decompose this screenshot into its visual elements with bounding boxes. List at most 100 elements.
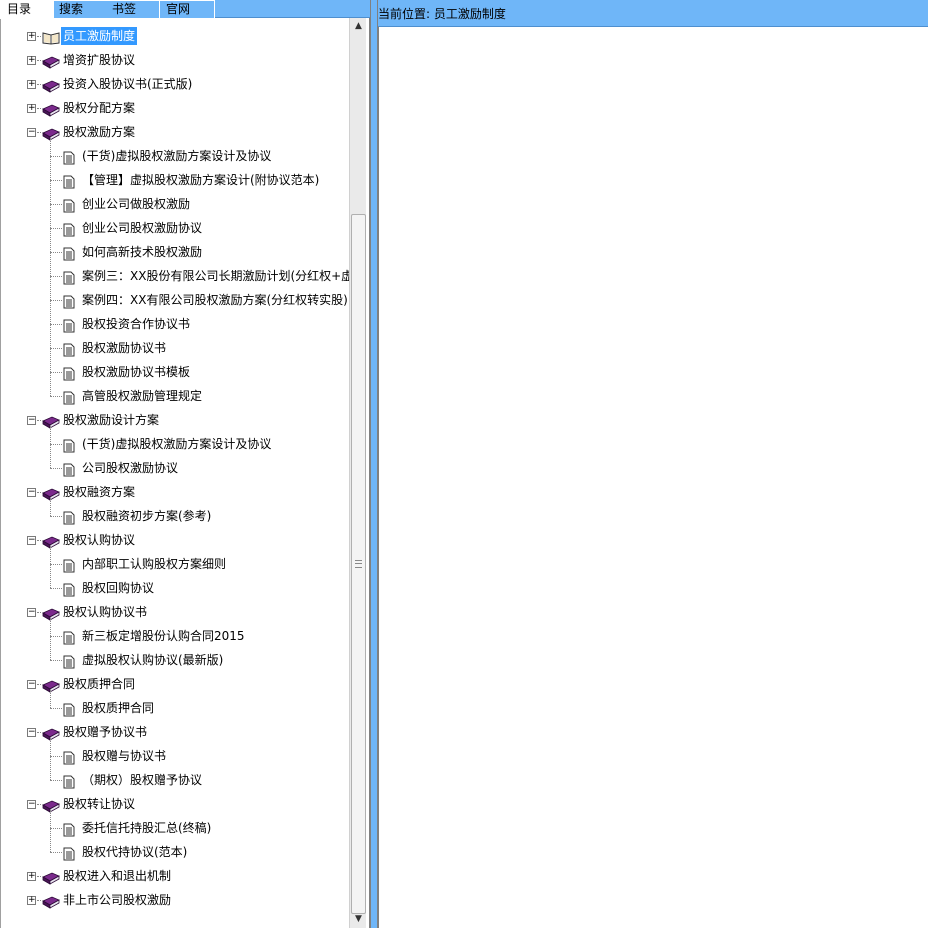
tree-connector [37,732,41,733]
tree-node-label: 股权认购协议 [63,533,136,547]
tree-leaf[interactable]: 委托信托持股汇总(终稿) [1,816,346,840]
tree-leaf-label: 案例四：XX有限公司股权激励方案(分红权转实股) [82,293,348,307]
tree-node[interactable]: − 股权转让协议 [1,792,346,816]
tree-node[interactable]: − 股权激励方案 [1,120,346,144]
tree-leaf-label: 创业公司股权激励协议 [82,221,203,235]
tree-leaf[interactable]: 案例三：XX股份有限公司长期激励计划(分红权+虚 [1,264,353,288]
expand-icon[interactable]: + [27,896,36,905]
tree-connector [50,708,62,709]
tree-leaf-label: 股权赠与协议书 [82,749,167,763]
tree-connector [50,180,62,181]
tree-node[interactable]: + 员工激励制度 [1,24,346,48]
tree-connector [50,780,62,781]
tree-leaf-label: 案例三：XX股份有限公司长期激励计划(分红权+虚 [82,269,354,283]
tree-connector [37,492,41,493]
panel-splitter[interactable] [370,0,378,928]
tree-leaf[interactable]: 虚拟股权认购协议(最新版) [1,648,346,672]
tree-connector [37,84,41,85]
scroll-thumb[interactable] [351,214,366,914]
collapse-icon[interactable]: − [27,728,36,737]
tree-leaf[interactable]: 创业公司股权激励协议 [1,216,346,240]
tree-leaf[interactable]: 股权融资初步方案(参考) [1,504,346,528]
location-text: 当前位置: 员工激励制度 [378,7,506,21]
tree-leaf[interactable]: 高管股权激励管理规定 [1,384,346,408]
tree-node[interactable]: − 股权融资方案 [1,480,346,504]
tree-connector [50,546,51,588]
document-icon [63,293,75,309]
tree-leaf[interactable]: 股权代持协议(范本) [1,840,346,864]
book-icon [42,413,60,429]
expand-icon[interactable]: + [27,56,36,65]
book-icon [42,893,60,909]
book-icon [42,533,60,549]
tree-leaf[interactable]: (干货)虚拟股权激励方案设计及协议 [1,144,346,168]
contents-panel: + 员工激励制度 + 增资扩股协议 + 投资入股协议书(正式版) + 股权分配方案 − 股权激励方… [0,18,370,928]
tree-leaf[interactable]: 案例四：XX有限公司股权激励方案(分红权转实股) [1,288,348,312]
document-icon [63,197,75,213]
tab-search[interactable]: 搜索 [53,0,107,18]
expand-icon[interactable]: + [27,32,36,41]
tree-leaf[interactable]: 公司股权激励协议 [1,456,346,480]
location-bar: 当前位置: 员工激励制度 [372,0,928,27]
tree-leaf[interactable]: （期权）股权赠予协议 [1,768,346,792]
tree-leaf[interactable]: 【管理】虚拟股权激励方案设计(附协议范本) [1,168,346,192]
tree-node[interactable]: + 投资入股协议书(正式版) [1,72,346,96]
tree-connector [50,138,51,396]
tree-connector [50,426,51,468]
book-icon [42,725,60,741]
collapse-icon[interactable]: − [27,536,36,545]
collapse-icon[interactable]: − [27,128,36,137]
tree-leaf[interactable]: 股权投资合作协议书 [1,312,346,336]
document-icon [63,317,75,333]
tree-leaf[interactable]: 如何高新技术股权激励 [1,240,346,264]
tree-leaf[interactable]: 股权激励协议书模板 [1,360,346,384]
tree-leaf[interactable]: 创业公司做股权激励 [1,192,346,216]
tree-leaf[interactable]: 股权赠与协议书 [1,744,346,768]
collapse-icon[interactable]: − [27,488,36,497]
tree-connector [50,300,62,301]
tree-node[interactable]: + 非上市公司股权激励 [1,888,346,912]
tree-node[interactable]: − 股权认购协议书 [1,600,346,624]
collapse-icon[interactable]: − [27,608,36,617]
collapse-icon[interactable]: − [27,680,36,689]
tree-leaf[interactable]: 股权质押合同 [1,696,346,720]
tree-node-label: 股权质押合同 [63,677,136,691]
tree-leaf[interactable]: 内部职工认购股权方案细则 [1,552,346,576]
tree-node[interactable]: + 股权分配方案 [1,96,346,120]
book-icon [42,869,60,885]
tree-node[interactable]: + 股权进入和退出机制 [1,864,346,888]
tree-node[interactable]: − 股权激励设计方案 [1,408,346,432]
tree-node-label: 股权分配方案 [63,101,136,115]
tab-bookmarks[interactable]: 书签 [106,0,160,18]
tree-node[interactable]: − 股权认购协议 [1,528,346,552]
tree-leaf-label: 股权代持协议(范本) [82,845,188,859]
tree-connector [37,876,41,877]
tree-connector [50,156,62,157]
expand-icon[interactable]: + [27,104,36,113]
tab-contents[interactable]: 目录 [0,0,54,19]
collapse-icon[interactable]: − [27,800,36,809]
tree-leaf[interactable]: 股权回购协议 [1,576,346,600]
collapse-icon[interactable]: − [27,416,36,425]
scroll-up-arrow-icon[interactable]: ▲ [350,18,367,35]
expand-icon[interactable]: + [27,80,36,89]
tree-leaf[interactable]: 新三板定增股份认购合同2015 [1,624,346,648]
tree-connector [50,636,62,637]
tree-connector [37,804,41,805]
expand-icon[interactable]: + [27,872,36,881]
tree-node[interactable]: − 股权质押合同 [1,672,346,696]
open-book-icon [42,29,60,45]
tab-website[interactable]: 官网 [160,0,215,18]
tree-leaf-label: 【管理】虚拟股权激励方案设计(附协议范本) [82,173,320,187]
tree-leaf-label: 如何高新技术股权激励 [82,245,203,259]
tree-node[interactable]: − 股权赠予协议书 [1,720,346,744]
tree-connector [50,516,62,517]
tree-leaf-label: 股权激励协议书模板 [82,365,191,379]
tree-scrollbar[interactable]: ▲ ▼ [349,18,366,928]
tree-node-label: 股权赠予协议书 [63,725,148,739]
tree-node[interactable]: + 增资扩股协议 [1,48,346,72]
tree-leaf[interactable]: (干货)虚拟股权激励方案设计及协议 [1,432,346,456]
tree-leaf[interactable]: 股权激励协议书 [1,336,346,360]
scroll-down-arrow-icon[interactable]: ▼ [350,911,367,928]
tree-leaf-label: 虚拟股权认购协议(最新版) [82,653,224,667]
